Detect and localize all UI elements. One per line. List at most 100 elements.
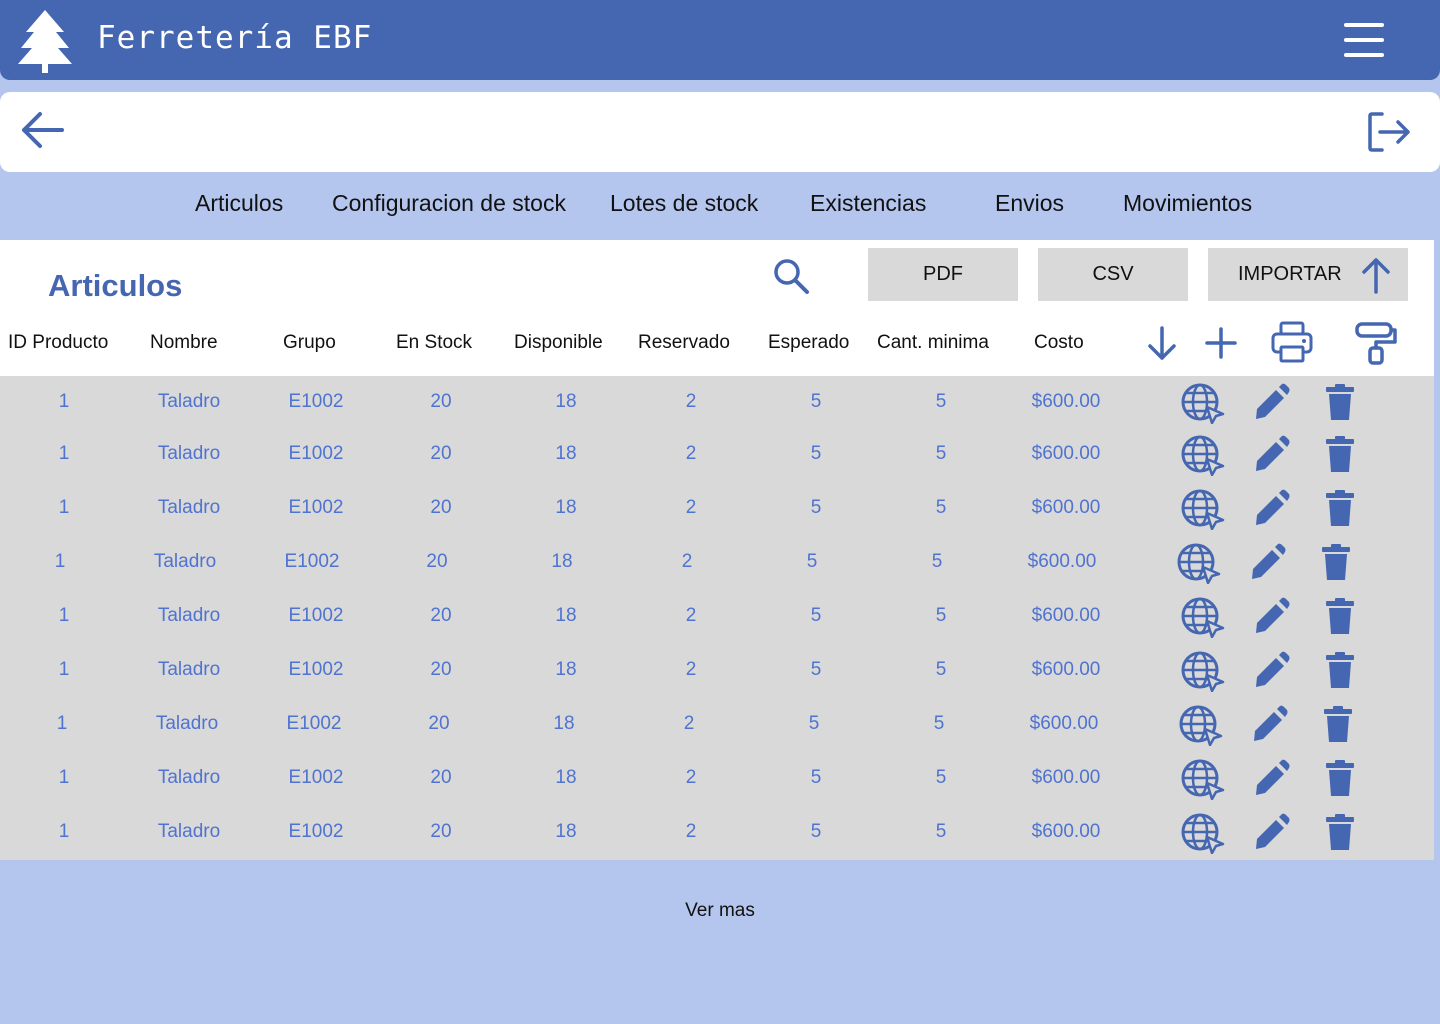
tab-existencias[interactable]: Existencias: [810, 190, 926, 217]
cell-id: 1: [54, 551, 66, 572]
logout-icon[interactable]: [1364, 110, 1412, 154]
trash-icon[interactable]: [1324, 488, 1356, 528]
trash-icon[interactable]: [1320, 542, 1352, 582]
cell-grupo: E1002: [288, 605, 344, 626]
table-row: 1 Taladro E1002 20 18 2 5 5 $600.00: [0, 536, 1434, 590]
trash-icon[interactable]: [1324, 382, 1356, 422]
tab-lotes-de-stock[interactable]: Lotes de stock: [610, 190, 758, 217]
table-toolbar: Articulos PDF CSV IMPORTAR ID Producto N…: [0, 240, 1434, 376]
trash-icon[interactable]: [1324, 596, 1356, 636]
tab-envios[interactable]: Envios: [995, 190, 1064, 217]
pencil-icon[interactable]: [1248, 542, 1286, 582]
globe-cursor-icon[interactable]: [1180, 488, 1226, 530]
globe-cursor-icon[interactable]: [1180, 434, 1226, 476]
cell-en-stock: 20: [430, 605, 452, 626]
cell-esperado: 5: [810, 821, 822, 842]
cell-reservado: 2: [685, 497, 697, 518]
table-row: 1 Taladro E1002 20 18 2 5 5 $600.00: [0, 752, 1434, 806]
cell-nombre: Taladro: [157, 497, 221, 518]
cell-esperado: 5: [810, 767, 822, 788]
cell-cant-minima: 5: [935, 443, 947, 464]
cell-id: 1: [56, 713, 68, 734]
pencil-icon[interactable]: [1252, 488, 1290, 528]
pencil-icon[interactable]: [1252, 758, 1290, 798]
tab-articulos[interactable]: Articulos: [195, 190, 283, 217]
pencil-icon[interactable]: [1252, 650, 1290, 690]
table-row: 1 Taladro E1002 20 18 2 5 5 $600.00: [0, 590, 1434, 644]
globe-cursor-icon[interactable]: [1180, 758, 1226, 800]
tab-movimientos[interactable]: Movimientos: [1123, 190, 1252, 217]
cell-cant-minima: 5: [935, 605, 947, 626]
cell-disponible: 18: [555, 391, 577, 412]
pdf-button[interactable]: PDF: [868, 248, 1018, 301]
cell-esperado: 5: [810, 443, 822, 464]
cell-id: 1: [58, 391, 70, 412]
globe-cursor-icon[interactable]: [1180, 596, 1226, 638]
cell-id: 1: [58, 659, 70, 680]
cell-reservado: 2: [685, 821, 697, 842]
cell-costo: $600.00: [1031, 497, 1101, 518]
arrow-down-icon[interactable]: [1146, 324, 1178, 362]
trash-icon[interactable]: [1324, 758, 1356, 798]
column-header-en-stock: En Stock: [396, 332, 473, 353]
plus-icon[interactable]: [1204, 326, 1238, 360]
csv-button-label: CSV: [1092, 263, 1134, 285]
paint-roller-icon[interactable]: [1354, 320, 1398, 366]
pencil-icon[interactable]: [1252, 596, 1290, 636]
import-button[interactable]: IMPORTAR: [1208, 248, 1408, 301]
load-more-link[interactable]: Ver mas: [0, 900, 1440, 922]
cell-esperado: 5: [810, 497, 822, 518]
globe-cursor-icon[interactable]: [1178, 704, 1224, 746]
trash-icon[interactable]: [1324, 650, 1356, 690]
arrow-up-icon: [1362, 258, 1390, 294]
cell-disponible: 18: [555, 497, 577, 518]
cell-en-stock: 20: [430, 497, 452, 518]
cell-reservado: 2: [685, 391, 697, 412]
column-header-costo: Costo: [1034, 332, 1084, 353]
cell-cant-minima: 5: [935, 497, 947, 518]
pdf-button-label: PDF: [923, 263, 963, 285]
cell-disponible: 18: [555, 821, 577, 842]
cell-grupo: E1002: [286, 713, 342, 734]
column-header-nombre: Nombre: [150, 332, 218, 353]
search-icon[interactable]: [770, 256, 812, 296]
globe-cursor-icon[interactable]: [1180, 812, 1226, 854]
cell-grupo: E1002: [288, 821, 344, 842]
cell-costo: $600.00: [1031, 821, 1101, 842]
cell-nombre: Taladro: [157, 391, 221, 412]
hamburger-menu-icon[interactable]: [1340, 20, 1388, 60]
cell-nombre: Taladro: [157, 605, 221, 626]
trash-icon[interactable]: [1322, 704, 1354, 744]
cell-disponible: 18: [555, 767, 577, 788]
table-row: 1 Taladro E1002 20 18 2 5 5 $600.00: [0, 428, 1434, 482]
cell-id: 1: [58, 497, 70, 518]
cell-en-stock: 20: [426, 551, 448, 572]
globe-cursor-icon[interactable]: [1180, 382, 1226, 424]
trash-icon[interactable]: [1324, 434, 1356, 474]
pencil-icon[interactable]: [1252, 812, 1290, 852]
cell-nombre: Taladro: [155, 713, 219, 734]
cell-esperado: 5: [806, 551, 818, 572]
globe-cursor-icon[interactable]: [1180, 650, 1226, 692]
trash-icon[interactable]: [1324, 812, 1356, 852]
tab-configuracion-de-stock[interactable]: Configuracion de stock: [332, 190, 566, 217]
cell-cant-minima: 5: [931, 551, 943, 572]
cell-costo: $600.00: [1031, 767, 1101, 788]
table-row: 1 Taladro E1002 20 18 2 5 5 $600.00: [0, 376, 1434, 430]
cell-reservado: 2: [685, 443, 697, 464]
import-button-label: IMPORTAR: [1238, 263, 1342, 285]
cell-nombre: Taladro: [153, 551, 217, 572]
column-header-id-producto: ID Producto: [8, 332, 109, 353]
cell-esperado: 5: [810, 391, 822, 412]
cell-costo: $600.00: [1031, 391, 1101, 412]
pencil-icon[interactable]: [1252, 434, 1290, 474]
cell-reservado: 2: [685, 605, 697, 626]
printer-icon[interactable]: [1270, 320, 1314, 364]
pencil-icon[interactable]: [1250, 704, 1288, 744]
pencil-icon[interactable]: [1252, 382, 1290, 422]
arrow-left-icon[interactable]: [18, 112, 66, 152]
csv-button[interactable]: CSV: [1038, 248, 1188, 301]
globe-cursor-icon[interactable]: [1176, 542, 1222, 584]
cell-cant-minima: 5: [935, 767, 947, 788]
cell-cant-minima: 5: [935, 391, 947, 412]
